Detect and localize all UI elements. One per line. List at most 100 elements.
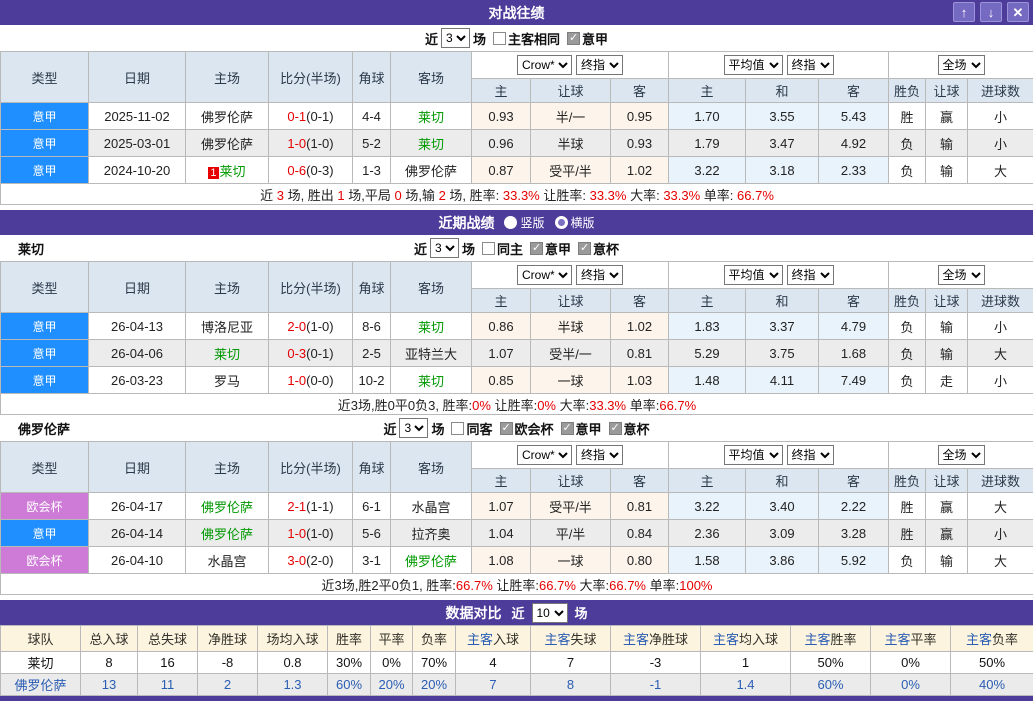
- comparison-value-cell: 8: [531, 674, 611, 696]
- filter-checkbox-checked[interactable]: [561, 422, 574, 435]
- comparison-value-cell: 60%: [328, 674, 371, 696]
- odds-source-select[interactable]: 终指: [576, 265, 623, 285]
- scope-select[interactable]: 全场: [938, 265, 985, 285]
- column-header: 类型: [1, 262, 89, 313]
- away-team-name[interactable]: 佛罗伦萨: [405, 164, 457, 179]
- filter-checkbox-checked[interactable]: [530, 242, 543, 255]
- outcome-cell: 赢: [926, 493, 968, 520]
- away-team-cell: 莱切: [391, 130, 472, 157]
- scroll-down-button[interactable]: ↓: [980, 2, 1002, 22]
- comparison-team-cell[interactable]: 佛罗伦萨: [1, 674, 81, 696]
- away-team-cell: 莱切: [391, 313, 472, 340]
- column-header: 客场: [391, 262, 472, 313]
- comparison-rounds-select[interactable]: 10: [532, 603, 568, 623]
- close-button[interactable]: ✕: [1007, 2, 1029, 22]
- away-team-name[interactable]: 莱切: [418, 110, 444, 125]
- odds-source-dropdown-cell: Crow*终指: [472, 262, 669, 289]
- comparison-value-cell: -1: [611, 674, 701, 696]
- layout-radio-unselected[interactable]: [555, 216, 568, 229]
- odds-cell: 受平/半: [531, 157, 611, 184]
- away-team-name[interactable]: 佛罗伦萨: [405, 554, 457, 569]
- summary-segment: 场,平局: [345, 188, 395, 203]
- away-team-name[interactable]: 亚特兰大: [405, 347, 457, 362]
- rounds-select[interactable]: 3: [399, 418, 428, 438]
- layout-radio-label: 竖版: [520, 216, 544, 230]
- odds-cell: 0.85: [472, 367, 531, 394]
- avg-odds-cell: 3.40: [746, 493, 819, 520]
- home-team-name[interactable]: 佛罗伦萨: [201, 500, 253, 515]
- filter-checkbox-checked[interactable]: [578, 242, 591, 255]
- home-team-name[interactable]: 博洛尼亚: [201, 320, 253, 335]
- rounds-select[interactable]: 3: [430, 238, 459, 258]
- filter-checkbox-unchecked[interactable]: [482, 242, 495, 255]
- sub-column-header: 让球: [531, 79, 611, 103]
- halftime-score: (0-3): [306, 163, 333, 178]
- home-team-name[interactable]: 佛罗伦萨: [201, 110, 253, 125]
- odds-source-select[interactable]: 终指: [576, 55, 623, 75]
- match-table: 类型日期主场比分(半场)角球客场Crow*终指平均值终指全场主让球客主和客胜负让…: [0, 261, 1033, 415]
- outcome-cell: 负: [889, 340, 926, 367]
- corner-cell: 10-2: [353, 367, 391, 394]
- avg-source-dropdown-cell: 平均值终指: [669, 442, 889, 469]
- filter-checkbox-checked[interactable]: [609, 422, 622, 435]
- header-text: 总入球: [89, 632, 128, 647]
- avg-odds-cell: 3.18: [746, 157, 819, 184]
- recent-titlebar: 近期战绩 竖版横版: [0, 210, 1033, 235]
- h2h-filter-row: 近3场主客相同意甲: [0, 25, 1033, 51]
- comparison-team-cell[interactable]: 莱切: [1, 652, 81, 674]
- odds-cell: 0.93: [611, 130, 669, 157]
- league-cell: 意甲: [1, 130, 89, 157]
- avg-odds-cell: 3.37: [746, 313, 819, 340]
- home-team-name[interactable]: 莱切: [214, 347, 240, 362]
- summary-segment: 66.7%: [456, 578, 493, 593]
- away-team-name[interactable]: 拉齐奥: [411, 527, 450, 542]
- avg-source-select[interactable]: 平均值: [724, 55, 783, 75]
- home-team-name[interactable]: 佛罗伦萨: [201, 137, 253, 152]
- avg-source-select[interactable]: 平均值: [724, 445, 783, 465]
- home-team-name[interactable]: 莱切: [220, 164, 246, 179]
- avg-source-select[interactable]: 终指: [787, 265, 834, 285]
- column-header: 主场: [186, 262, 269, 313]
- sub-column-header: 进球数: [968, 79, 1033, 103]
- summary-cell: 近3场,胜0平0负3, 胜率:0% 让胜率:0% 大率:33.3% 单率:66.…: [1, 394, 1033, 415]
- away-team-name[interactable]: 莱切: [418, 137, 444, 152]
- match-row: 意甲2025-03-01佛罗伦萨1-0(1-0)5-2莱切0.96半球0.931…: [1, 130, 1033, 157]
- scope-select[interactable]: 全场: [938, 445, 985, 465]
- layout-radio-selected[interactable]: [504, 216, 517, 229]
- odds-source-select[interactable]: Crow*: [517, 55, 572, 75]
- home-team-name[interactable]: 罗马: [214, 374, 240, 389]
- odds-source-select[interactable]: Crow*: [517, 265, 572, 285]
- comparison-value-cell: 0%: [371, 652, 413, 674]
- avg-source-select[interactable]: 终指: [787, 55, 834, 75]
- scroll-up-button[interactable]: ↑: [953, 2, 975, 22]
- filter-checkbox-checked[interactable]: [567, 32, 580, 45]
- away-team-name[interactable]: 莱切: [418, 320, 444, 335]
- filter-checkbox-unchecked[interactable]: [493, 32, 506, 45]
- scope-select[interactable]: 全场: [938, 55, 985, 75]
- filter-checkbox-checked[interactable]: [500, 422, 513, 435]
- score-cell: 0-3(0-1): [269, 340, 353, 367]
- header-prefix: 主客: [623, 632, 649, 647]
- header-text: 平率: [378, 632, 404, 647]
- odds-cell: 受平/半: [531, 493, 611, 520]
- comparison-column-header: 主客净胜球: [611, 626, 701, 652]
- outcome-cell: 输: [926, 130, 968, 157]
- score-cell: 0-6(0-3): [269, 157, 353, 184]
- away-team-name[interactable]: 莱切: [418, 374, 444, 389]
- odds-source-select[interactable]: 终指: [576, 445, 623, 465]
- home-team-name[interactable]: 水晶宫: [207, 554, 246, 569]
- away-team-name[interactable]: 水晶宫: [411, 500, 450, 515]
- scope-dropdown-cell: 全场: [889, 52, 1033, 79]
- avg-source-select[interactable]: 平均值: [724, 265, 783, 285]
- away-team-cell: 佛罗伦萨: [391, 547, 472, 574]
- home-team-name[interactable]: 佛罗伦萨: [201, 527, 253, 542]
- avg-source-select[interactable]: 终指: [787, 445, 834, 465]
- team-name-label: 佛罗伦萨: [18, 419, 70, 438]
- summary-segment: 2: [439, 188, 446, 203]
- column-header: 类型: [1, 442, 89, 493]
- filter-checkbox-unchecked[interactable]: [451, 422, 464, 435]
- rounds-select[interactable]: 3: [441, 28, 470, 48]
- odds-source-select[interactable]: Crow*: [517, 445, 572, 465]
- score-cell: 1-0(1-0): [269, 130, 353, 157]
- score-cell: 2-0(1-0): [269, 313, 353, 340]
